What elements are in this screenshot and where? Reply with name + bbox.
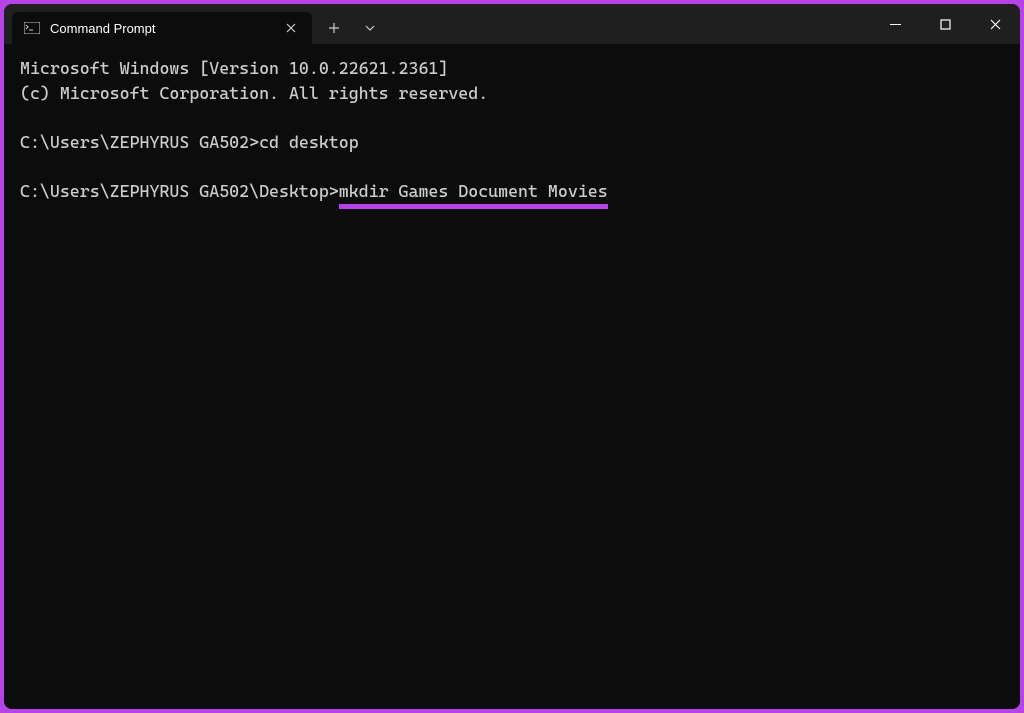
highlight-underline	[339, 204, 608, 209]
terminal-prompt: C:\Users\ZEPHYRUS GA502>	[20, 132, 259, 152]
maximize-button[interactable]	[920, 4, 970, 44]
cmd-icon	[24, 20, 40, 36]
tab-title: Command Prompt	[50, 21, 272, 36]
terminal-output-line: (c) Microsoft Corporation. All rights re…	[20, 81, 1004, 106]
terminal-output-line: Microsoft Windows [Version 10.0.22621.23…	[20, 56, 1004, 81]
titlebar-spacer[interactable]	[388, 4, 870, 44]
terminal-command: cd desktop	[259, 132, 359, 152]
terminal-blank-line	[20, 155, 1004, 180]
terminal-blank-line	[20, 105, 1004, 130]
terminal-command-line: C:\Users\ZEPHYRUS GA502>cd desktop	[20, 130, 1004, 155]
close-window-button[interactable]	[970, 4, 1020, 44]
terminal-prompt: C:\Users\ZEPHYRUS GA502\Desktop>	[20, 179, 339, 204]
tab-active[interactable]: Command Prompt	[12, 12, 312, 44]
new-tab-button[interactable]	[316, 12, 352, 44]
terminal-body[interactable]: Microsoft Windows [Version 10.0.22621.23…	[4, 44, 1020, 709]
terminal-command-line: C:\Users\ZEPHYRUS GA502\Desktop>mkdir Ga…	[20, 179, 1004, 204]
terminal-command: mkdir Games Document Movies	[339, 179, 608, 204]
window-controls	[870, 4, 1020, 44]
tab-actions	[316, 12, 388, 44]
titlebar: Command Prompt	[4, 4, 1020, 44]
tab-close-button[interactable]	[282, 19, 300, 37]
minimize-button[interactable]	[870, 4, 920, 44]
terminal-window: Command Prompt	[4, 4, 1020, 709]
tab-dropdown-button[interactable]	[352, 12, 388, 44]
